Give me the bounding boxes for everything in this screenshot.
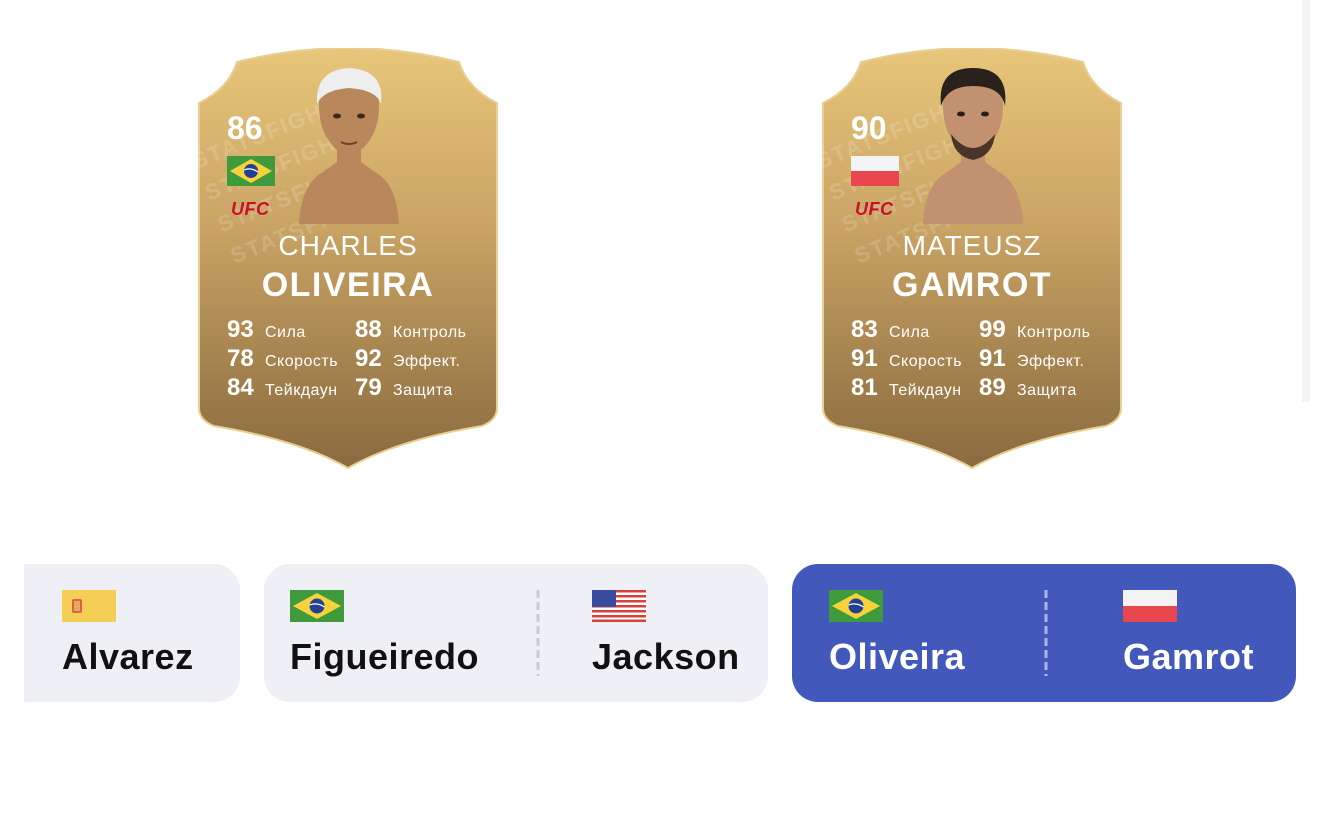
fighter-photo (299, 68, 399, 224)
stat-value: 89 (979, 374, 1006, 401)
fighter-name: Jackson (592, 636, 740, 677)
stat-value: 93 (227, 316, 254, 343)
vs-divider (536, 590, 540, 676)
fighter-first-name: MATEUSZ (902, 230, 1042, 261)
stat-value: 78 (227, 345, 254, 372)
stat-label: Скорость (265, 353, 339, 370)
fighter-first-name: CHARLES (278, 230, 418, 261)
poland-flag-icon (851, 156, 899, 186)
fighter-photo (923, 68, 1023, 224)
card-rating: 90 (851, 110, 887, 146)
stat-label: Тейкдаун (889, 382, 962, 399)
fighter-card-gamrot[interactable]: STATSFIGHT STATSFIGHT STATSFIGHT STATSFIGHT… (813, 48, 1123, 470)
stat-label: Сила (265, 324, 306, 341)
scrollbar[interactable] (1302, 0, 1310, 402)
chip-fighter: Oliveira (829, 590, 965, 678)
fight-chip-alvarez[interactable]: Alvarez (24, 564, 240, 702)
stat-label: Защита (1017, 382, 1077, 399)
stat-control: 88 Контроль (355, 316, 487, 343)
stat-label: Контроль (1017, 324, 1091, 341)
stat-value: 79 (355, 374, 382, 401)
fighter-stats: 83 Сила 99 Контроль 91 Скорость 91 Эффект. 8… (851, 316, 1111, 401)
fighter-last-name: OLIVEIRA (261, 266, 435, 304)
stat-label: Скорость (889, 353, 963, 370)
fighter-name: Figueiredo (290, 636, 480, 677)
chip-fighter: Jackson (592, 590, 740, 678)
fighter-name: Oliveira (829, 636, 966, 677)
stat-strength: 83 Сила (851, 316, 979, 343)
stat-label: Контроль (393, 324, 467, 341)
stat-label: Защита (393, 382, 453, 399)
ufc-logo: UFC (231, 199, 270, 219)
poland-flag-icon (1123, 590, 1177, 622)
stat-label: Тейкдаун (265, 382, 338, 399)
stat-label: Сила (889, 324, 930, 341)
fighter-card-oliveira[interactable]: STATSFIGHT STATSFIGHT STATSFIGHT STATSFIGHT… (189, 48, 499, 470)
brazil-flag-icon (227, 156, 275, 186)
stat-takedown: 84 Тейкдаун (227, 374, 355, 401)
fight-chip-figueiredo-jackson[interactable]: Figueiredo Jackson (264, 564, 768, 702)
ufc-logo: UFC (855, 199, 894, 219)
brazil-flag-icon (829, 590, 883, 622)
stat-strength: 93 Сила (227, 316, 355, 343)
fight-chip-oliveira-gamrot[interactable]: Oliveira Gamrot (792, 564, 1296, 702)
fighter-stats: 93 Сила 88 Контроль 78 Скорость 92 Эффект. 8… (227, 316, 487, 401)
spain-flag-icon (62, 590, 116, 622)
stat-value: 81 (851, 374, 878, 401)
stat-value: 88 (355, 316, 382, 343)
fighter-name: Alvarez (62, 636, 194, 677)
chip-fighter: Figueiredo (290, 590, 479, 678)
chip-fighter: Gamrot (1123, 590, 1254, 678)
card-rating: 86 (227, 110, 263, 146)
stat-value: 91 (979, 345, 1006, 372)
fighter-name: Gamrot (1123, 636, 1255, 677)
stat-value: 92 (355, 345, 382, 372)
stat-label: Эффект. (1017, 353, 1085, 370)
stat-defense: 79 Защита (355, 374, 487, 401)
stat-speed: 91 Скорость (851, 345, 979, 372)
stat-label: Эффект. (393, 353, 461, 370)
stat-control: 99 Контроль (979, 316, 1111, 343)
brazil-flag-icon (290, 590, 344, 622)
stat-effectiveness: 91 Эффект. (979, 345, 1111, 372)
vs-divider (1044, 590, 1048, 676)
chip-fighter: Alvarez (62, 590, 194, 678)
stat-value: 99 (979, 316, 1006, 343)
stat-value: 83 (851, 316, 878, 343)
stat-defense: 89 Защита (979, 374, 1111, 401)
stat-value: 91 (851, 345, 878, 372)
stat-value: 84 (227, 374, 254, 401)
stat-speed: 78 Скорость (227, 345, 355, 372)
usa-flag-icon (592, 590, 646, 622)
fighter-last-name: GAMROT (891, 266, 1053, 304)
stat-effectiveness: 92 Эффект. (355, 345, 487, 372)
stat-takedown: 81 Тейкдаун (851, 374, 979, 401)
